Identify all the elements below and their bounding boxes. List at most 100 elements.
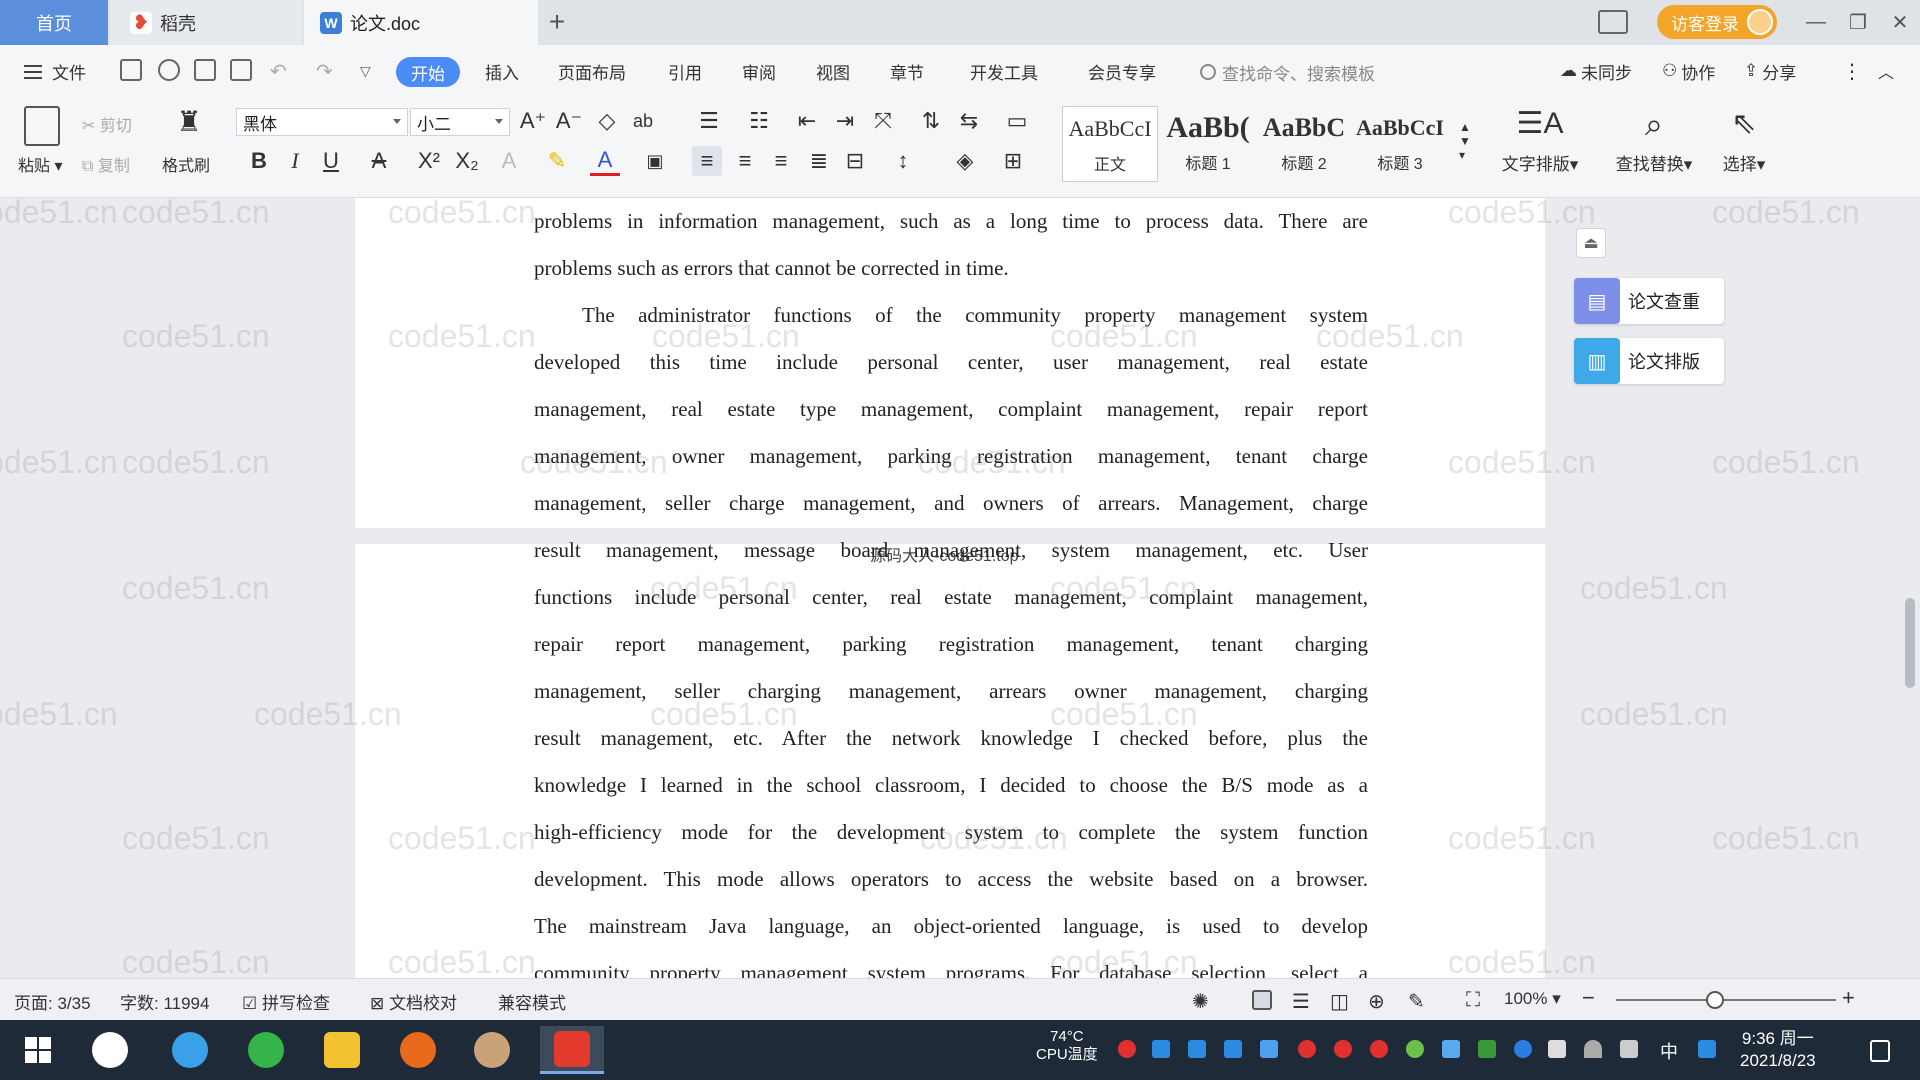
subscript-icon[interactable]: X₂ <box>452 146 482 176</box>
outline-view-icon[interactable]: ☰ <box>1292 989 1310 1014</box>
tray-app-icon[interactable] <box>1370 1040 1388 1058</box>
styles-scroll-icon[interactable]: ▲ ▼ ▾ <box>1450 106 1480 176</box>
tray-app-icon[interactable] <box>1442 1040 1460 1058</box>
visitor-login-button[interactable]: 访客登录 <box>1657 5 1777 39</box>
zoom-slider-thumb[interactable] <box>1706 991 1724 1009</box>
print-preview-icon[interactable] <box>230 59 252 81</box>
restore-button[interactable]: ❐ <box>1840 6 1876 38</box>
bold-icon[interactable]: B <box>244 146 274 176</box>
tray-app-icon[interactable] <box>1152 1040 1170 1058</box>
zoom-in-icon[interactable]: + <box>1842 985 1855 1011</box>
sort-icon[interactable]: ⇅ <box>916 106 946 136</box>
volume-icon[interactable] <box>1620 1040 1638 1058</box>
phonetic-guide-icon[interactable]: ab <box>628 106 658 136</box>
menu-insert[interactable]: 插入 <box>485 57 519 85</box>
cut-button[interactable]: ✂ 剪切 <box>82 112 132 136</box>
increase-indent-icon[interactable]: ⇥ <box>830 106 860 136</box>
format-painter-icon[interactable]: ♜ <box>174 106 204 137</box>
tray-app-icon[interactable] <box>1698 1040 1716 1058</box>
battery-icon[interactable] <box>1548 1040 1566 1058</box>
copy-button[interactable]: ⧉ 复制 <box>82 152 130 176</box>
style-heading-1[interactable]: AaBb( 标题 1 <box>1160 106 1256 182</box>
spell-check-button[interactable]: ☑ 拼写检查 <box>242 989 330 1014</box>
doc-proof-button[interactable]: ⊠ 文档校对 <box>370 989 457 1014</box>
minimize-button[interactable]: — <box>1798 6 1834 38</box>
word-count[interactable]: 字数: 11994 <box>120 989 209 1014</box>
cpu-temp-widget[interactable]: 74°C CPU温度 <box>1036 1028 1098 1064</box>
increase-font-icon[interactable]: A⁺ <box>518 106 548 136</box>
menu-file[interactable]: 文件 <box>52 57 86 85</box>
style-heading-2[interactable]: AaBbC 标题 2 <box>1256 106 1352 182</box>
decrease-indent-icon[interactable]: ⇤ <box>792 106 822 136</box>
tab-document[interactable]: W 论文.doc <box>304 0 538 45</box>
select-button[interactable]: ⇖ 选择▾ <box>1712 106 1776 175</box>
more-icon[interactable]: ⋮ <box>1842 57 1862 85</box>
taskbar-app-360[interactable] <box>240 1026 292 1074</box>
paste-button[interactable]: 粘贴 ▾ <box>18 152 63 176</box>
tray-app-icon[interactable] <box>1298 1040 1316 1058</box>
output-icon[interactable] <box>158 59 180 81</box>
tab-daoke[interactable]: ❥ 稻壳 <box>110 0 302 45</box>
distributed-icon[interactable]: ⊟ <box>840 146 870 176</box>
italic-icon[interactable]: I <box>280 146 310 176</box>
web-view-icon[interactable]: ⊕ <box>1368 989 1385 1014</box>
windows-start-button[interactable] <box>12 1026 64 1074</box>
paper-layout-button[interactable]: ▥ 论文排版 <box>1574 338 1724 384</box>
menu-dev-tools[interactable]: 开发工具 <box>970 57 1038 85</box>
layout-switch-icon[interactable] <box>1598 10 1628 34</box>
align-left-icon[interactable]: ≡ <box>692 146 722 176</box>
tab-home[interactable]: 首页 <box>0 0 108 45</box>
save-icon[interactable] <box>120 59 142 81</box>
menu-member[interactable]: 会员专享 <box>1088 57 1156 85</box>
zoom-out-icon[interactable]: − <box>1582 985 1595 1011</box>
close-button[interactable]: ✕ <box>1882 6 1918 38</box>
taskbar-app-wps[interactable] <box>540 1026 604 1074</box>
ime-indicator[interactable]: 中 <box>1660 1038 1678 1064</box>
document-body[interactable]: problems in information management, such… <box>534 198 1368 978</box>
taskbar-app-recorder[interactable] <box>392 1026 444 1074</box>
borders-icon[interactable]: ⊞ <box>998 146 1028 176</box>
share-button[interactable]: ⇪ 分享 <box>1744 57 1796 85</box>
shading-icon[interactable]: ◈ <box>950 146 980 176</box>
menu-start[interactable]: 开始 <box>396 57 460 87</box>
customize-quick-access-icon[interactable]: ▽ <box>360 57 371 85</box>
bullets-icon[interactable]: ☰ <box>694 106 724 136</box>
menu-view[interactable]: 视图 <box>816 57 850 85</box>
tray-app-icon[interactable] <box>1406 1040 1424 1058</box>
gpu-icon[interactable] <box>1478 1040 1496 1058</box>
menu-page-layout[interactable]: 页面布局 <box>558 57 626 85</box>
menu-review[interactable]: 审阅 <box>742 57 776 85</box>
line-spacing-icon[interactable]: ↕ <box>888 146 918 176</box>
collapse-panel-icon[interactable]: ⏏ <box>1576 228 1606 258</box>
menu-hamburger-icon[interactable] <box>24 65 42 79</box>
tray-app-icon[interactable] <box>1188 1040 1206 1058</box>
style-heading-3[interactable]: AaBbCcI 标题 3 <box>1352 106 1448 182</box>
align-right-icon[interactable]: ≡ <box>766 146 796 176</box>
taskbar-clock[interactable]: 9:36 周一 2021/8/23 <box>1740 1028 1816 1072</box>
superscript-icon[interactable]: X² <box>414 146 444 176</box>
numbering-icon[interactable]: ☷ <box>744 106 774 136</box>
decrease-font-icon[interactable]: A⁻ <box>554 106 584 136</box>
redo-icon[interactable]: ↷ <box>316 57 333 85</box>
zoom-slider[interactable] <box>1616 999 1836 1001</box>
font-name-select[interactable]: 黑体 <box>236 108 408 136</box>
find-replace-button[interactable]: ⌕ 查找替换▾ <box>1604 106 1704 175</box>
reading-view-icon[interactable]: ◫ <box>1330 989 1349 1014</box>
text-effect-icon[interactable]: A <box>494 146 524 176</box>
sync-status[interactable]: ☁ 未同步 <box>1560 57 1632 85</box>
menu-references[interactable]: 引用 <box>668 57 702 85</box>
clear-format-icon[interactable]: ◇ <box>592 106 622 136</box>
underline-icon[interactable]: U <box>316 146 346 176</box>
justify-icon[interactable]: ≣ <box>804 146 834 176</box>
taskbar-app-ie[interactable] <box>164 1026 216 1074</box>
command-search[interactable]: 查找命令、搜索模板 <box>1200 57 1375 87</box>
zoom-select[interactable]: 100% ▾ <box>1504 989 1561 1009</box>
wifi-icon[interactable] <box>1584 1040 1602 1058</box>
collaborate-button[interactable]: ⚇ 协作 <box>1662 57 1715 85</box>
highlight-icon[interactable]: ✎ <box>542 146 572 176</box>
chinese-layout-icon[interactable]: ⤧ <box>868 106 898 136</box>
vertical-scrollbar[interactable] <box>1905 598 1915 688</box>
collapse-ribbon-icon[interactable]: ︿ <box>1878 57 1894 85</box>
tray-app-icon[interactable] <box>1334 1040 1352 1058</box>
tray-app-icon[interactable] <box>1224 1040 1242 1058</box>
